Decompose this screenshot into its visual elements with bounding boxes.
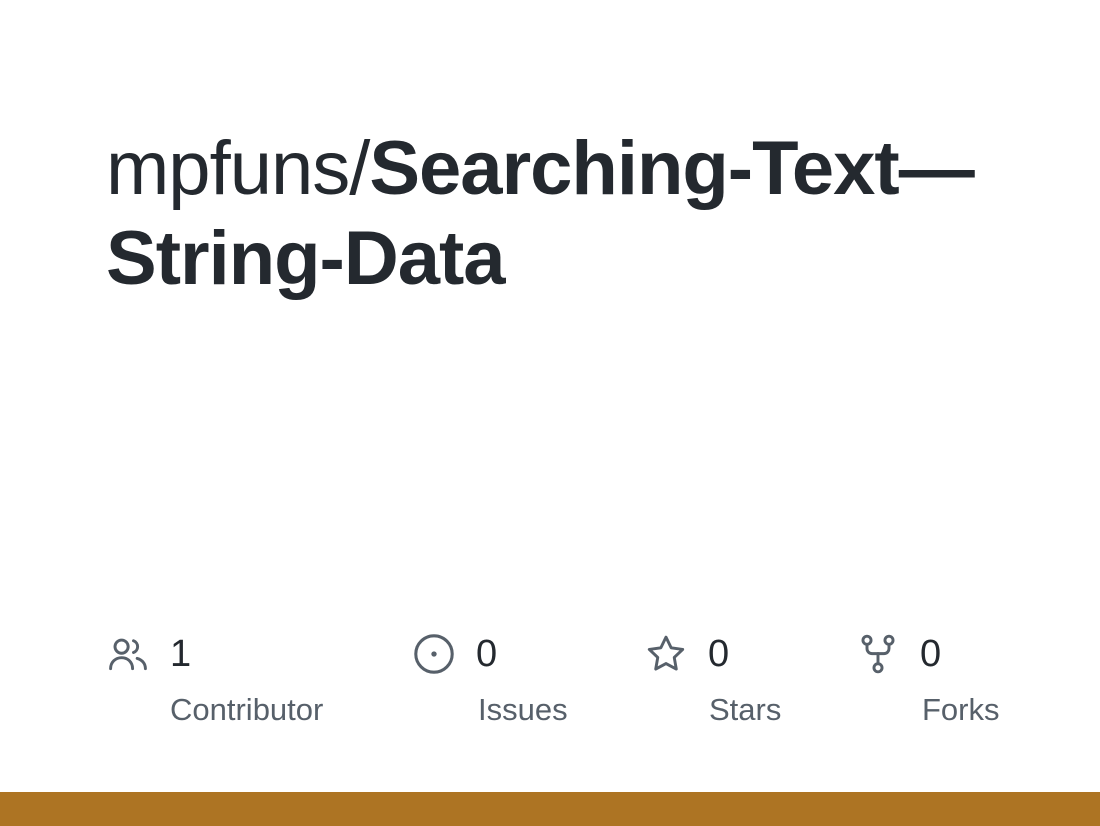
issue-icon	[410, 630, 458, 678]
language-color-bar	[0, 792, 1100, 826]
contributor-label: Contributor	[170, 692, 324, 727]
issues-label: Issues	[478, 692, 568, 727]
repo-title[interactable]: mpfuns/Searching-Text— String-Data	[106, 124, 1100, 304]
forks-label: Forks	[922, 692, 1000, 727]
stars-label: Stars	[709, 692, 782, 727]
repo-owner[interactable]: mpfuns/	[106, 126, 370, 211]
fork-icon	[854, 630, 902, 678]
issue-count: 0	[476, 633, 498, 675]
repo-stats: 1 Contributor 0 Issues 0 Stars 0 Forks	[0, 628, 1100, 738]
people-icon	[104, 630, 152, 678]
repo-name[interactable]: Searching-Text—	[369, 126, 974, 211]
star-count: 0	[708, 633, 730, 675]
star-icon	[642, 630, 690, 678]
contributor-count: 1	[170, 633, 192, 675]
repo-name-continued[interactable]: String-Data	[106, 214, 1100, 304]
repo-social-card: mpfuns/Searching-Text— String-Data 1 Con…	[0, 0, 1100, 826]
fork-count: 0	[920, 633, 942, 675]
